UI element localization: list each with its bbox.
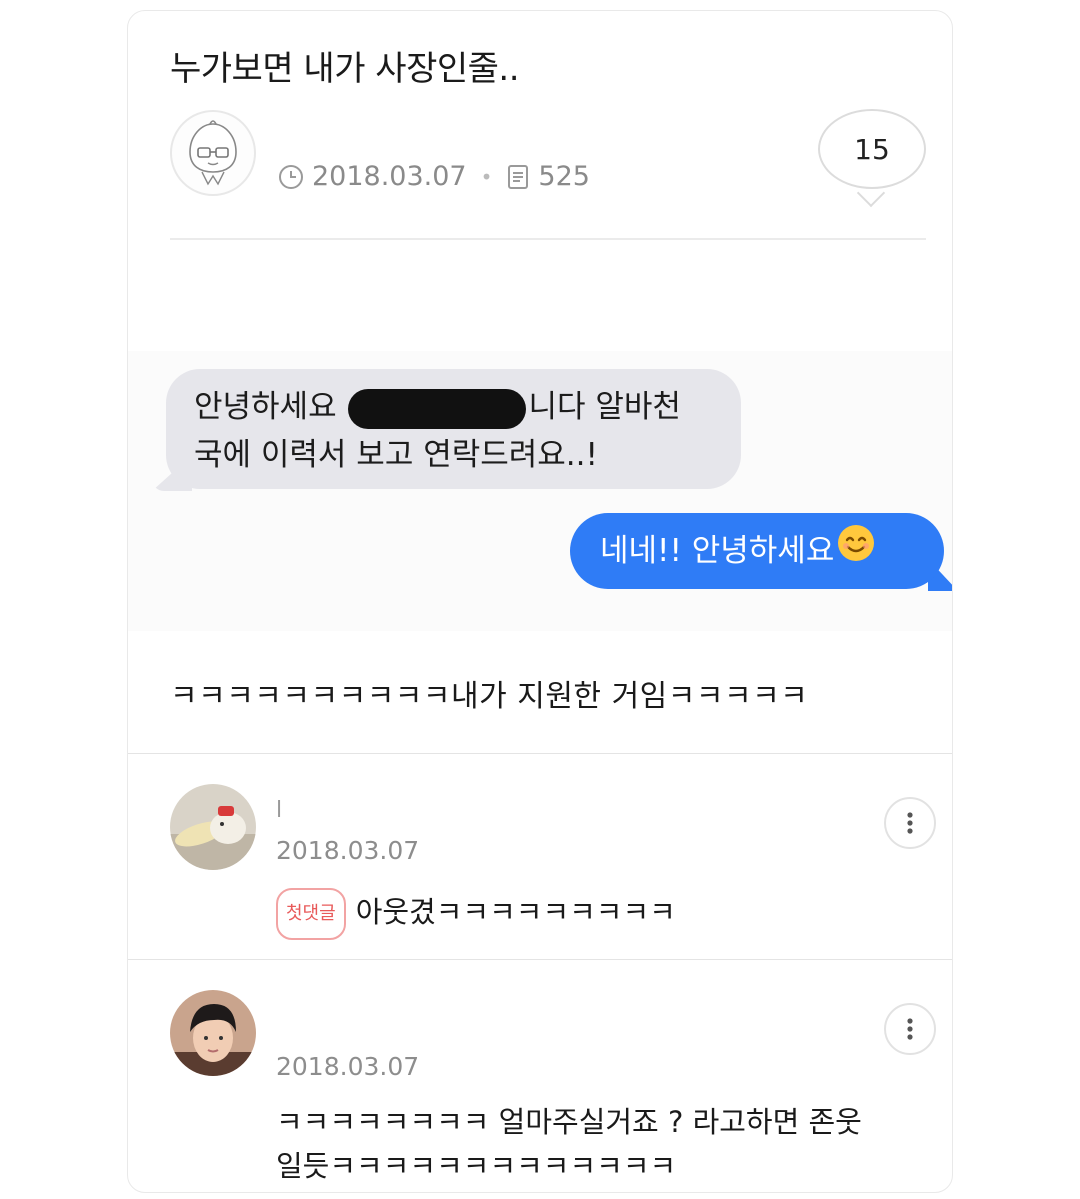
person-photo-avatar	[170, 990, 256, 1076]
comment-date: 2018.03.07	[276, 1052, 420, 1081]
post-date: 2018.03.07	[312, 161, 467, 192]
more-vertical-icon	[907, 1018, 913, 1040]
post-meta: 2018.03.07 • 525	[278, 161, 590, 192]
incoming-text-part2: 니다 알바천	[528, 389, 681, 425]
comment-date: 2018.03.07	[276, 836, 420, 865]
hamster-photo-avatar	[170, 784, 256, 870]
outgoing-text: 네네!! 안녕하세요	[600, 533, 835, 569]
header-divider	[170, 238, 926, 240]
outgoing-message-bubble: 네네!! 안녕하세요	[570, 513, 944, 589]
character-avatar-icon	[189, 120, 237, 186]
commenter-avatar[interactable]	[170, 990, 256, 1076]
comment-body: 아웃겼ㅋㅋㅋㅋㅋㅋㅋㅋㅋ	[355, 895, 676, 929]
comment-body-line2: 일듯ㅋㅋㅋㅋㅋㅋㅋㅋㅋㅋㅋㅋㅋ	[276, 1149, 677, 1183]
comment-item: 2018.03.07 ㅋㅋㅋㅋㅋㅋㅋㅋ 얼마주실거죠 ? 라고하면 존웃 일듯ㅋ…	[128, 960, 952, 1192]
commenter-avatar[interactable]	[170, 784, 256, 870]
meta-separator: •	[480, 164, 493, 189]
first-comment-badge: 첫댓글	[276, 888, 346, 940]
author-avatar[interactable]	[170, 110, 256, 196]
post-body-text: ㅋㅋㅋㅋㅋㅋㅋㅋㅋㅋ내가 지원한 거임ㅋㅋㅋㅋㅋ	[170, 679, 809, 714]
post-title: 누가보면 내가 사장인줄..	[170, 49, 520, 89]
post-views: 525	[538, 161, 590, 192]
comment-count: 15	[854, 132, 890, 166]
more-vertical-icon	[907, 812, 913, 834]
comment-item: l 2018.03.07 첫댓글 아웃겼ㅋㅋㅋㅋㅋㅋㅋㅋㅋ	[128, 754, 952, 959]
clock-icon	[278, 164, 304, 190]
comment-text: ㅋㅋㅋㅋㅋㅋㅋㅋ 얼마주실거죠 ? 라고하면 존웃 일듯ㅋㅋㅋㅋㅋㅋㅋㅋㅋㅋㅋㅋ…	[276, 1100, 862, 1188]
comment-count-button[interactable]: 15	[818, 109, 926, 189]
smiling-face-emoji-icon	[836, 515, 876, 591]
redaction-mark	[348, 388, 527, 429]
chat-screenshot-image: 안녕하세요 니다 알바천 국에 이력서 보고 연락드려요..! 네네!! 안녕하…	[128, 351, 952, 631]
incoming-text-part1: 안녕하세요	[194, 389, 337, 425]
comment-more-button[interactable]	[884, 1003, 936, 1055]
incoming-message-bubble: 안녕하세요 니다 알바천 국에 이력서 보고 연락드려요..!	[166, 369, 741, 489]
views-icon	[506, 164, 530, 190]
post-card: 누가보면 내가 사장인줄.. 2018.03.07 • 525 15 안녕하세요	[127, 10, 953, 1193]
comment-text: 첫댓글 아웃겼ㅋㅋㅋㅋㅋㅋㅋㅋㅋ	[276, 888, 676, 940]
comment-more-button[interactable]	[884, 797, 936, 849]
comment-body-line1: ㅋㅋㅋㅋㅋㅋㅋㅋ 얼마주실거죠 ? 라고하면 존웃	[276, 1105, 862, 1139]
commenter-name[interactable]: l	[276, 798, 282, 823]
incoming-text-line2: 국에 이력서 보고 연락드려요..!	[194, 437, 598, 473]
